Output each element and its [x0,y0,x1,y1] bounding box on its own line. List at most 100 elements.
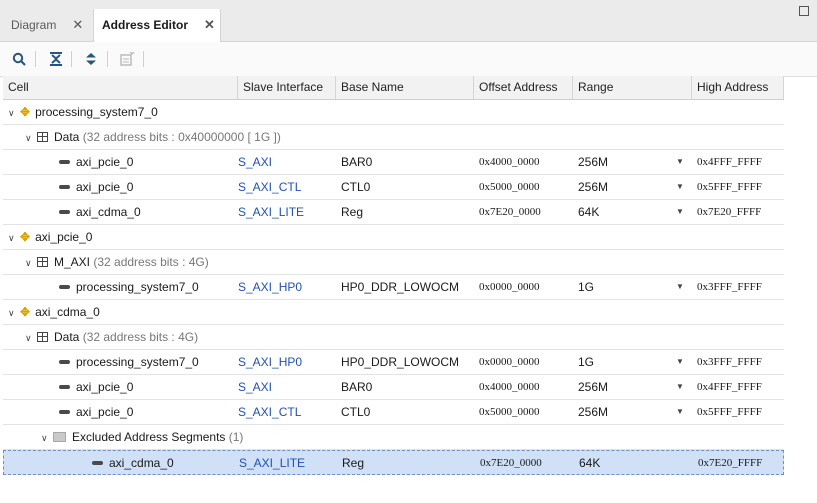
chevron-down-icon[interactable]: ∨ [8,301,20,324]
col-cell[interactable]: Cell [3,76,238,99]
range-select[interactable]: 256M [578,175,608,199]
expand-all-icon[interactable] [81,49,101,69]
offset-address[interactable]: 0x5000_0000 [479,400,540,424]
range-select[interactable]: 256M [578,400,608,424]
cell-name: axi_cdma_0 [59,200,141,224]
slave-segment-icon [59,285,70,289]
tree-node: ∨ ✥ axi_pcie_0 [8,225,92,249]
chevron-down-icon[interactable]: ∨ [25,126,37,149]
col-range[interactable]: Range [573,76,692,99]
table-row[interactable]: axi_pcie_0 S_AXI BAR0 0x4000_0000 256M ▼ 0x4FF… [3,375,784,400]
segment-name: axi_pcie_0 [76,405,134,419]
chevron-down-icon[interactable]: ▼ [676,350,684,374]
range-select[interactable]: 256M [578,150,608,174]
folder-row[interactable]: ∨ Excluded Address Segments (1) [3,425,784,450]
offset-address[interactable]: 0x7E20_0000 [479,200,541,224]
base-name: HP0_DDR_LOWOCM [341,280,460,294]
space-row[interactable]: ∨ Data (32 address bits : 4G) [3,325,784,350]
close-icon[interactable]: ✕ [204,17,215,33]
tree-node: ∨ Data (32 address bits : 0x40000000 [ 1G… [25,125,281,149]
range-select[interactable]: 64K [578,200,599,224]
offset-address[interactable]: 0x7E20_0000 [480,451,542,475]
table-row[interactable]: processing_system7_0 S_AXI_HP0 HP0_DDR_LOW… [3,350,784,375]
chevron-down-icon[interactable]: ∨ [41,426,53,449]
col-offset-address[interactable]: Offset Address [474,76,573,99]
chevron-down-icon[interactable]: ▼ [676,200,684,224]
range-select[interactable]: 1G [578,350,594,374]
offset-address[interactable]: 0x4000_0000 [479,375,540,399]
base-name: Reg [342,456,365,470]
master-row[interactable]: ∨ ✥ processing_system7_0 [3,100,784,125]
node-detail: (32 address bits : 0x40000000 [ 1G ]) [82,130,281,144]
table-row[interactable]: axi_cdma_0 S_AXI_LITE Reg 0x7E20_0000 64K ▼ 0x… [3,200,784,225]
search-icon[interactable] [9,49,29,69]
slave-interface[interactable]: S_AXI_HP0 [238,350,302,374]
chevron-down-icon[interactable]: ▼ [676,275,684,299]
cell-name: axi_pcie_0 [59,400,133,424]
collapse-all-icon[interactable] [46,49,66,69]
tree-node: ∨ ✥ axi_cdma_0 [8,300,100,324]
range-select[interactable]: 1G [578,275,594,299]
auto-assign-icon [117,49,137,69]
tab-address-editor[interactable]: Address Editor ✕ [93,9,221,42]
col-base-name[interactable]: Base Name [336,76,474,99]
segment-name: axi_pcie_0 [76,155,134,169]
offset-address[interactable]: 0x4000_0000 [479,150,540,174]
range-select[interactable]: 64K [579,451,600,475]
tree-node: ∨ ✥ processing_system7_0 [8,100,158,124]
slave-interface[interactable]: S_AXI_HP0 [238,275,302,299]
space-row[interactable]: ∨ M_AXI (32 address bits : 4G) [3,250,784,275]
table-row[interactable]: axi_pcie_0 S_AXI_CTL CTL0 0x5000_0000 256M ▼ 0… [3,400,784,425]
base-name: CTL0 [341,180,371,194]
high-address: 0x3FFF_FFFF [697,356,762,368]
offset-address[interactable]: 0x0000_0000 [479,275,540,299]
table-header: Cell Slave Interface Base Name Offset Ad… [3,76,784,100]
master-row[interactable]: ∨ ✥ axi_cdma_0 [3,300,784,325]
chevron-down-icon[interactable]: ∨ [8,101,20,124]
slave-interface[interactable]: S_AXI_LITE [238,200,304,224]
high-address: 0x5FFF_FFFF [697,406,762,418]
slave-interface[interactable]: S_AXI_CTL [238,400,301,424]
node-detail: (32 address bits : 4G) [82,330,199,344]
close-icon[interactable]: ✕ [72,17,83,33]
chevron-down-icon[interactable]: ▼ [676,375,684,399]
address-space-icon [37,132,48,142]
master-cell-icon: ✥ [20,305,31,319]
cell-name: axi_pcie_0 [59,175,133,199]
high-address: 0x5FFF_FFFF [697,181,762,193]
tab-diagram[interactable]: Diagram ✕ [0,9,92,41]
chevron-down-icon[interactable]: ∨ [8,226,20,249]
table-row[interactable]: axi_pcie_0 S_AXI BAR0 0x4000_0000 256M ▼ 0x4FF… [3,150,784,175]
cell-name: axi_pcie_0 [59,375,133,399]
chevron-down-icon[interactable]: ▼ [676,400,684,424]
master-row[interactable]: ∨ ✥ axi_pcie_0 [3,225,784,250]
offset-address[interactable]: 0x0000_0000 [479,350,540,374]
table-row[interactable]: axi_cdma_0 S_AXI_LITE Reg 0x7E20_0000 64K 0x7… [3,450,784,475]
slave-interface[interactable]: S_AXI [238,150,272,174]
cell-name: axi_cdma_0 [92,451,174,475]
chevron-down-icon[interactable]: ▼ [676,150,684,174]
restore-icon[interactable] [799,6,809,16]
range-select[interactable]: 256M [578,375,608,399]
table-row[interactable]: axi_pcie_0 S_AXI_CTL CTL0 0x5000_0000 256M ▼ 0… [3,175,784,200]
base-name: HP0_DDR_LOWOCM [341,355,460,369]
tree-node: ∨ Data (32 address bits : 4G) [25,325,198,349]
chevron-down-icon[interactable]: ∨ [25,251,37,274]
slave-segment-icon [59,185,70,189]
chevron-down-icon[interactable]: ∨ [25,326,37,349]
col-high-address[interactable]: High Address [692,76,784,99]
slave-interface[interactable]: S_AXI [238,375,272,399]
table-row[interactable]: processing_system7_0 S_AXI_HP0 HP0_DDR_LOW… [3,275,784,300]
slave-interface[interactable]: S_AXI_CTL [238,175,301,199]
tree-node: ∨ Excluded Address Segments (1) [41,425,243,449]
base-name: BAR0 [341,155,373,169]
chevron-down-icon[interactable]: ▼ [676,175,684,199]
offset-address[interactable]: 0x5000_0000 [479,175,540,199]
tab-address-editor-label: Address Editor [102,18,189,32]
base-name: BAR0 [341,380,373,394]
master-cell-icon: ✥ [20,230,31,244]
table-body: ∨ ✥ processing_system7_0 ∨ Data (32 address … [3,100,784,475]
space-row[interactable]: ∨ Data (32 address bits : 0x40000000 [ 1G… [3,125,784,150]
col-slave-interface[interactable]: Slave Interface [238,76,336,99]
slave-interface[interactable]: S_AXI_LITE [239,451,305,475]
